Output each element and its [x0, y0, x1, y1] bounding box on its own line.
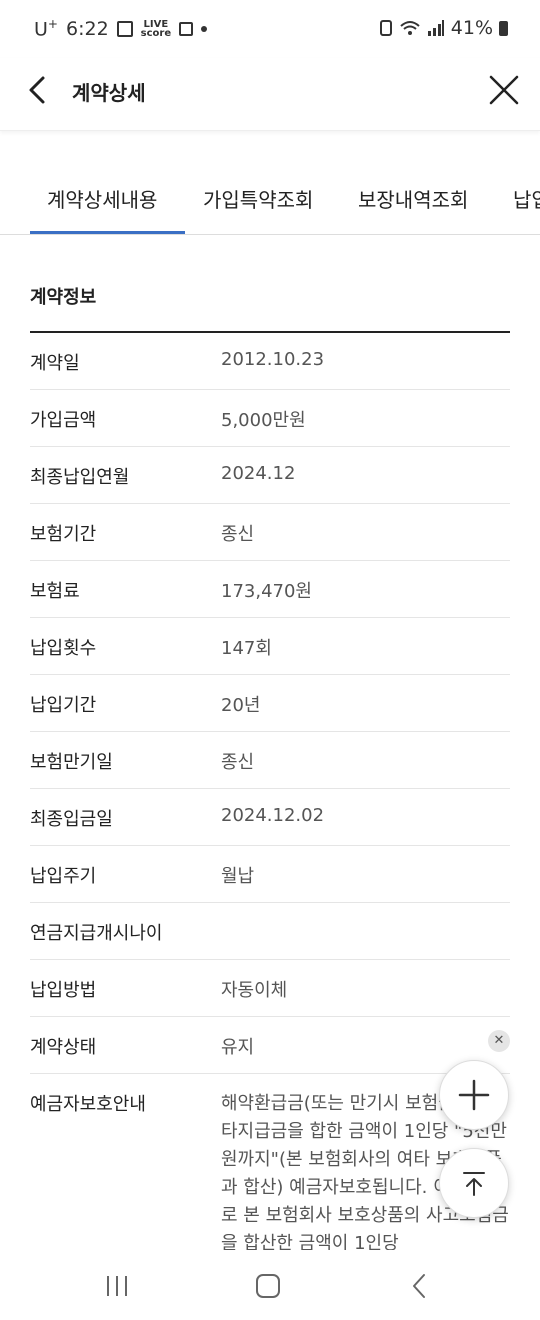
arrow-up-to-line-icon [463, 1172, 485, 1196]
notification-dot-icon [201, 25, 208, 32]
live-score-icon: LIVE score [140, 18, 172, 39]
page-title: 계약상세 [72, 81, 146, 105]
status-bar: U+ 6:22 LIVE score 41% [0, 0, 540, 58]
status-time: 6:22 [65, 17, 109, 40]
tab-riders[interactable]: 가입특약조회 [203, 184, 313, 234]
signal-icon [427, 20, 444, 36]
row-last-deposit-date: 최종입금일 2024.12.02 [30, 789, 510, 846]
small-close-icon[interactable]: ✕ [488, 1030, 510, 1052]
status-right: 41% [379, 17, 508, 39]
back-icon[interactable] [404, 1270, 436, 1302]
row-annuity-start-age: 연금지급개시나이 [30, 903, 510, 960]
tab-coverage[interactable]: 보장내역조회 [358, 184, 468, 234]
recent-apps-icon[interactable] [101, 1270, 133, 1302]
row-insured-amount: 가입금액 5,000만원 [30, 390, 510, 447]
gallery-icon [116, 20, 133, 37]
row-payment-period: 납입기간 20년 [30, 675, 510, 732]
status-left: U+ 6:22 LIVE score [34, 17, 208, 41]
scroll-top-button[interactable] [439, 1148, 509, 1218]
row-last-payment-month: 최종납입연월 2024.12 [30, 447, 510, 504]
tab-payment[interactable]: 납입 [513, 184, 540, 234]
tab-contract-details[interactable]: 계약상세내용 [30, 184, 185, 234]
tab-bar: 계약상세내용 가입특약조회 보장내역조회 납입 [0, 166, 540, 235]
plus-icon [458, 1079, 490, 1111]
row-premium: 보험료 173,470원 [30, 561, 510, 618]
row-deposit-protection: 예금자보호안내 해약환급금(또는 만기시 보험금)에 기타지급금을 합한 금액이… [30, 1074, 510, 1254]
wifi-icon [400, 21, 420, 35]
row-contract-status: 계약상태 유지 [30, 1017, 510, 1074]
carrier: U+ [34, 17, 58, 41]
home-icon[interactable] [252, 1270, 284, 1302]
battery-level: 41% [450, 17, 493, 39]
app-header: 계약상세 [0, 58, 540, 131]
battery-saver-icon [379, 20, 392, 36]
message-icon [179, 21, 194, 36]
row-payment-count: 납입횟수 147회 [30, 618, 510, 675]
row-contract-date: 계약일 2012.10.23 [30, 333, 510, 390]
section-title: 계약정보 [30, 287, 97, 308]
row-payment-cycle: 납입주기 월납 [30, 846, 510, 903]
chevron-left-icon[interactable] [22, 74, 54, 106]
row-insurance-period: 보험기간 종신 [30, 504, 510, 561]
add-button[interactable] [439, 1060, 509, 1130]
close-icon[interactable] [486, 72, 522, 108]
row-maturity-date: 보험만기일 종신 [30, 732, 510, 789]
contract-info-list: 계약일 2012.10.23 가입금액 5,000만원 최종납입연월 2024.12 … [30, 333, 510, 1254]
battery-icon [499, 20, 508, 36]
row-payment-method: 납입방법 자동이체 [30, 960, 510, 1017]
system-nav-bar [0, 1250, 540, 1320]
